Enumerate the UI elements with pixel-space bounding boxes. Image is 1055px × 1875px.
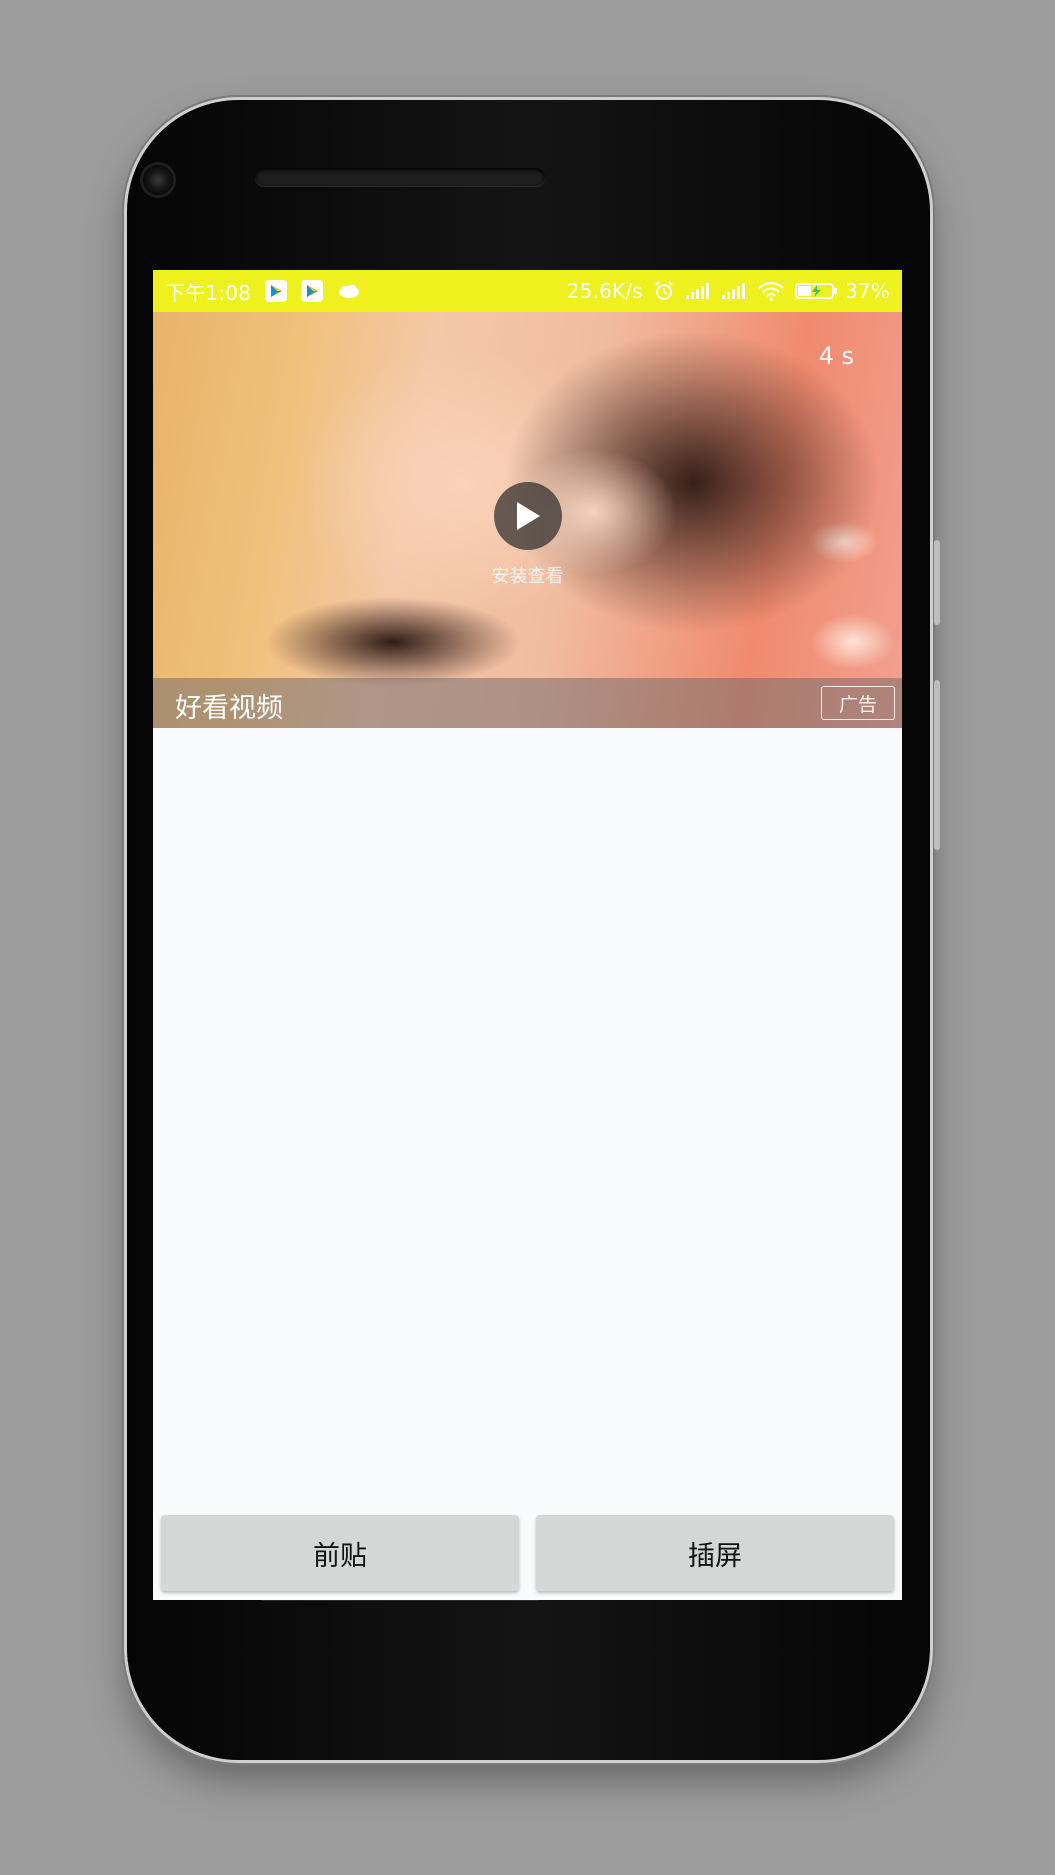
signal-icon <box>685 282 711 300</box>
video-app-icon <box>265 280 288 302</box>
bottom-button-bar: 前贴 插屏 <box>153 1515 902 1593</box>
net-speed: 25.6K/s <box>566 279 643 303</box>
interstitial-button[interactable]: 插屏 <box>536 1515 894 1591</box>
ad-banner[interactable]: 4 s 安装查看 好看视频 广告 <box>153 312 902 728</box>
earpiece-speaker <box>255 168 545 186</box>
ad-countdown: 4 s <box>818 342 854 370</box>
ad-caption: 好看视频 广告 <box>153 678 902 728</box>
power-button <box>934 540 940 625</box>
front-camera <box>143 165 173 195</box>
wifi-icon <box>757 281 785 301</box>
play-button[interactable] <box>494 482 562 550</box>
status-bar: 下午1:08 25.6K/s 37% <box>153 270 902 312</box>
status-bar-right: 25.6K/s 37% <box>567 270 890 312</box>
volume-button <box>934 680 940 850</box>
status-time: 下午1:08 <box>165 280 252 305</box>
screen: 下午1:08 25.6K/s 37% 4 s 安装查看 好看视频 广告 前贴 插… <box>153 270 902 1600</box>
video-app-icon <box>301 280 324 302</box>
ad-title: 好看视频 <box>175 693 283 724</box>
battery-percent: 37% <box>844 279 890 303</box>
signal-icon <box>721 282 747 300</box>
cloud-icon <box>339 284 360 298</box>
preroll-button[interactable]: 前贴 <box>161 1515 519 1591</box>
ad-badge: 广告 <box>821 686 895 720</box>
play-icon <box>517 502 540 530</box>
status-bar-left: 下午1:08 <box>165 270 361 312</box>
install-label: 安装查看 <box>491 566 564 587</box>
alarm-icon <box>653 280 675 302</box>
battery-charging-icon <box>794 281 839 301</box>
